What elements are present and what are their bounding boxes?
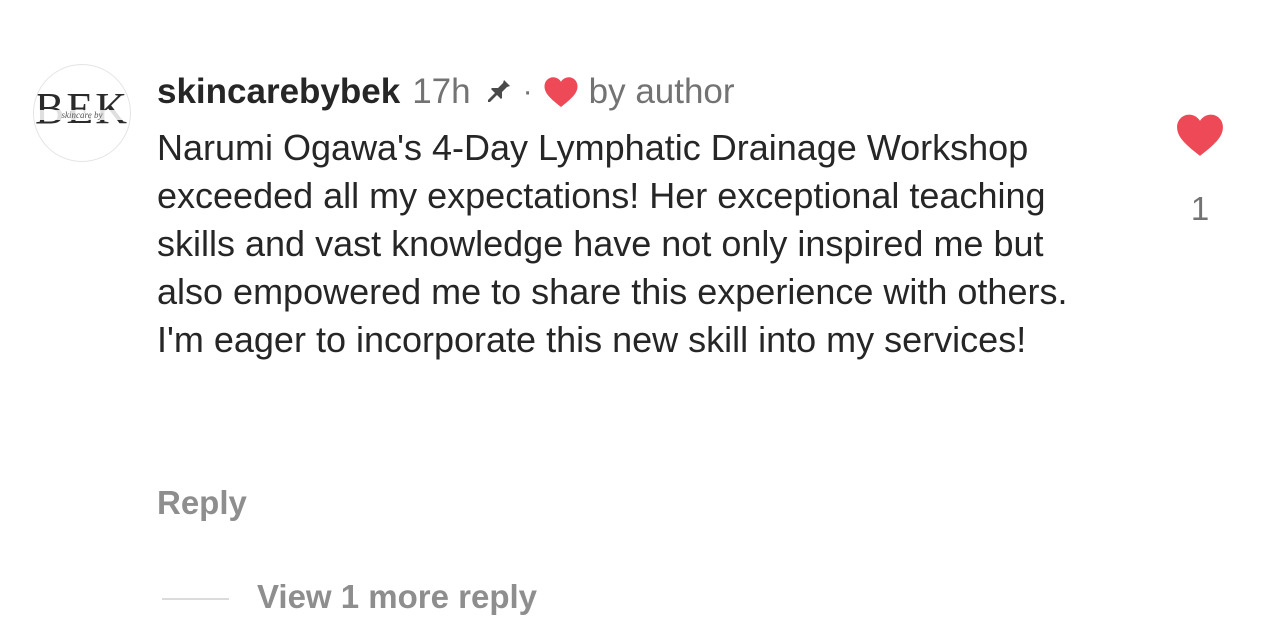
- divider-line: [162, 598, 229, 600]
- comment-text: Narumi Ogawa's 4-Day Lymphatic Drainage …: [157, 127, 1068, 360]
- timestamp: 17h: [412, 72, 471, 111]
- avatar-logo-text: BEK: [35, 84, 129, 133]
- avatar-logo-script: skincare by: [34, 110, 130, 120]
- heart-icon: [543, 75, 579, 109]
- avatar[interactable]: BEK skincare by: [33, 64, 131, 162]
- separator-dot: ·: [522, 75, 533, 108]
- comment-header: skincarebybek 17h · by author: [157, 70, 735, 114]
- username[interactable]: skincarebybek: [157, 72, 400, 112]
- reply-button[interactable]: Reply: [157, 484, 247, 522]
- like-button[interactable]: [1175, 112, 1225, 158]
- liked-by-author-label: by author: [588, 72, 735, 111]
- view-more-replies-button[interactable]: View 1 more reply: [257, 578, 537, 616]
- like-count[interactable]: 1: [1150, 190, 1250, 228]
- pin-icon: [481, 75, 515, 109]
- heart-icon: [1177, 114, 1223, 156]
